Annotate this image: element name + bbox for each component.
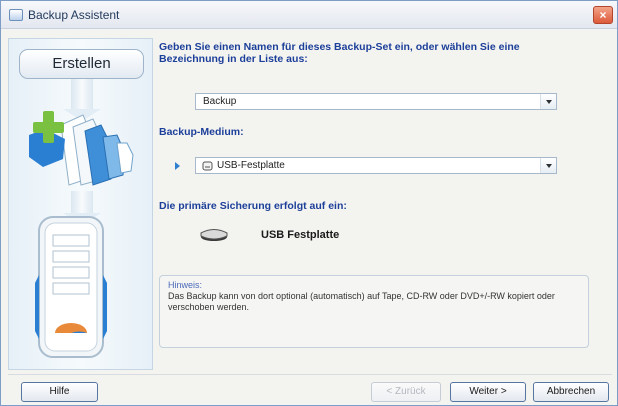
- backup-medium-select[interactable]: USB-Festplatte: [195, 157, 557, 174]
- hint-title: Hinweis:: [168, 280, 203, 290]
- usb-drive-illustration: [35, 216, 107, 358]
- close-button[interactable]: ×: [593, 6, 613, 24]
- next-button[interactable]: Weiter >: [450, 382, 526, 402]
- cancel-button[interactable]: Abbrechen: [533, 382, 609, 402]
- wizard-illustration: [29, 111, 134, 358]
- backup-assistant-window: Backup Assistent × Erstellen Geben Sie e…: [0, 0, 618, 406]
- help-button[interactable]: Hilfe: [21, 382, 98, 402]
- selection-arrow-icon: [175, 162, 180, 170]
- primary-target-label: Die primäre Sicherung erfolgt auf ein:: [159, 200, 347, 212]
- window-title: Backup Assistent: [28, 8, 120, 22]
- chevron-down-icon[interactable]: [540, 158, 556, 173]
- wizard-sidebar: Erstellen: [8, 38, 153, 370]
- medium-label: Backup-Medium:: [159, 126, 244, 138]
- backup-medium-value: USB-Festplatte: [217, 160, 285, 171]
- add-documents-icon: [29, 111, 134, 186]
- footer-divider: [8, 374, 612, 375]
- app-window-icon: [9, 9, 23, 21]
- usb-drive-icon: [200, 229, 228, 241]
- primary-device-label: USB Festplatte: [261, 229, 340, 241]
- backup-name-value: Backup: [203, 96, 237, 107]
- title-bar: Backup Assistent ×: [1, 1, 617, 29]
- chevron-down-icon[interactable]: [540, 94, 556, 109]
- back-button[interactable]: < Zurück: [371, 382, 441, 402]
- hint-text: Das Backup kann von dort optional (autom…: [168, 291, 555, 312]
- name-prompt: Geben Sie einen Namen für dieses Backup-…: [159, 41, 520, 65]
- drive-icon: [202, 161, 213, 171]
- wizard-content: Geben Sie einen Namen für dieses Backup-…: [159, 38, 611, 370]
- hint-box: Hinweis: Das Backup kann von dort option…: [159, 275, 589, 348]
- backup-name-select[interactable]: Backup: [195, 93, 557, 110]
